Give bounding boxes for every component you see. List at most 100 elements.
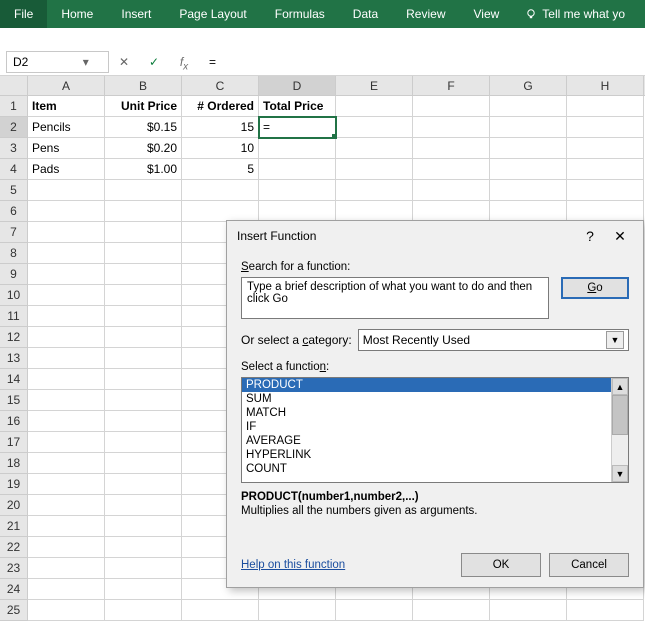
cell[interactable] <box>490 600 567 621</box>
cell[interactable] <box>105 390 182 411</box>
cell[interactable] <box>336 180 413 201</box>
cell[interactable] <box>105 558 182 579</box>
select-all-corner[interactable] <box>0 76 28 95</box>
cell[interactable] <box>413 600 490 621</box>
cell[interactable] <box>567 159 644 180</box>
cell[interactable] <box>28 180 105 201</box>
col-header-h[interactable]: H <box>567 76 644 95</box>
insert-function-icon[interactable]: fx <box>169 51 199 73</box>
cell[interactable] <box>567 180 644 201</box>
row-header[interactable]: 3 <box>0 138 28 159</box>
scroll-thumb[interactable] <box>612 395 628 435</box>
function-list-scrollbar[interactable]: ▲ ▼ <box>611 378 628 482</box>
cell[interactable] <box>336 201 413 222</box>
function-item[interactable]: IF <box>242 420 611 434</box>
cell[interactable] <box>28 264 105 285</box>
cell[interactable] <box>567 117 644 138</box>
cell[interactable] <box>105 222 182 243</box>
cell[interactable]: Pens <box>28 138 105 159</box>
cell[interactable] <box>28 432 105 453</box>
cell[interactable] <box>28 453 105 474</box>
ribbon-tab-file[interactable]: File <box>0 0 47 28</box>
row-header[interactable]: 10 <box>0 285 28 306</box>
cell[interactable] <box>28 537 105 558</box>
formula-input[interactable]: = <box>199 55 645 69</box>
cell[interactable] <box>28 390 105 411</box>
cell[interactable] <box>28 327 105 348</box>
row-header[interactable]: 1 <box>0 96 28 117</box>
cell[interactable]: # Ordered <box>182 96 259 117</box>
col-header-b[interactable]: B <box>105 76 182 95</box>
cell[interactable] <box>336 600 413 621</box>
cell[interactable] <box>567 138 644 159</box>
cell[interactable] <box>413 180 490 201</box>
cell[interactable]: Item <box>28 96 105 117</box>
cell[interactable] <box>105 600 182 621</box>
cell[interactable] <box>567 201 644 222</box>
cell[interactable] <box>28 600 105 621</box>
row-header[interactable]: 23 <box>0 558 28 579</box>
cell[interactable] <box>259 600 336 621</box>
row-header[interactable]: 21 <box>0 516 28 537</box>
ribbon-tab-page-layout[interactable]: Page Layout <box>165 0 260 28</box>
function-item[interactable]: AVERAGE <box>242 434 611 448</box>
row-header[interactable]: 15 <box>0 390 28 411</box>
cell[interactable] <box>490 96 567 117</box>
row-header[interactable]: 7 <box>0 222 28 243</box>
cell[interactable]: 10 <box>182 138 259 159</box>
row-header[interactable]: 14 <box>0 369 28 390</box>
function-item[interactable]: COUNT <box>242 462 611 476</box>
row-header[interactable]: 9 <box>0 264 28 285</box>
row-header[interactable]: 20 <box>0 495 28 516</box>
cell[interactable] <box>105 306 182 327</box>
ribbon-tab-data[interactable]: Data <box>339 0 392 28</box>
cell[interactable] <box>105 264 182 285</box>
cell[interactable] <box>336 138 413 159</box>
row-header[interactable]: 17 <box>0 432 28 453</box>
row-header[interactable]: 2 <box>0 117 28 138</box>
function-item[interactable]: PRODUCT <box>242 378 611 392</box>
cell[interactable] <box>105 243 182 264</box>
cell[interactable] <box>259 138 336 159</box>
cell[interactable] <box>259 180 336 201</box>
row-header[interactable]: 6 <box>0 201 28 222</box>
cell[interactable] <box>413 201 490 222</box>
row-header[interactable]: 22 <box>0 537 28 558</box>
cell[interactable] <box>413 159 490 180</box>
function-list[interactable]: PRODUCT SUM MATCH IF AVERAGE HYPERLINK C… <box>241 377 629 483</box>
cell[interactable] <box>413 117 490 138</box>
col-header-a[interactable]: A <box>28 76 105 95</box>
cell[interactable] <box>28 369 105 390</box>
cell[interactable] <box>28 495 105 516</box>
cell[interactable] <box>28 306 105 327</box>
cell[interactable] <box>28 348 105 369</box>
formula-cancel-icon[interactable]: ✕ <box>109 51 139 73</box>
cell[interactable] <box>490 117 567 138</box>
function-item[interactable]: HYPERLINK <box>242 448 611 462</box>
cell[interactable] <box>105 348 182 369</box>
search-input[interactable]: Type a brief description of what you wan… <box>241 277 549 319</box>
ribbon-tab-formulas[interactable]: Formulas <box>261 0 339 28</box>
cancel-button[interactable]: Cancel <box>549 553 629 577</box>
row-header[interactable]: 11 <box>0 306 28 327</box>
name-box-dropdown-icon[interactable]: ▾ <box>58 55 109 69</box>
close-icon[interactable]: ✕ <box>605 228 635 245</box>
cell[interactable] <box>259 159 336 180</box>
cell[interactable] <box>28 201 105 222</box>
row-header[interactable]: 18 <box>0 453 28 474</box>
cell[interactable] <box>105 180 182 201</box>
cell[interactable]: Total Price <box>259 96 336 117</box>
cell[interactable] <box>105 495 182 516</box>
col-header-d[interactable]: D <box>259 76 336 95</box>
help-icon[interactable]: ? <box>575 228 605 244</box>
category-select[interactable]: Most Recently Used ▼ <box>358 329 629 351</box>
row-header[interactable]: 4 <box>0 159 28 180</box>
cell[interactable] <box>28 558 105 579</box>
cell[interactable] <box>28 474 105 495</box>
cell[interactable] <box>490 159 567 180</box>
row-header[interactable]: 12 <box>0 327 28 348</box>
function-item[interactable]: SUM <box>242 392 611 406</box>
cell[interactable]: 15 <box>182 117 259 138</box>
cell[interactable]: $0.20 <box>105 138 182 159</box>
formula-enter-icon[interactable]: ✓ <box>139 51 169 73</box>
